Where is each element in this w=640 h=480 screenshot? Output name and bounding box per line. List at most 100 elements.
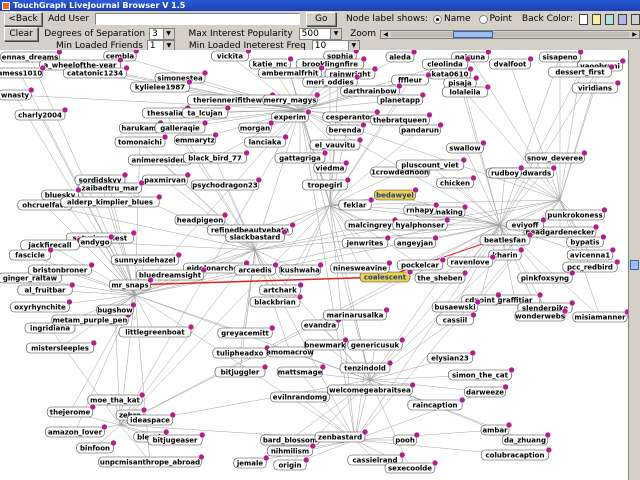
graph-node[interactable]: artchark (259, 281, 304, 296)
back-color-swatch[interactable] (578, 13, 588, 25)
graph-node[interactable]: charly2004 (14, 106, 69, 121)
graph-node[interactable]: el_vauvitu (309, 136, 364, 151)
lj-user-icon (613, 258, 621, 266)
vertical-scroll-thumb[interactable] (630, 260, 639, 270)
graph-node[interactable]: cassiil (436, 311, 477, 326)
graph-node[interactable]: jemale (233, 454, 270, 469)
graph-nodes[interactable]: ennas_dreamscemblavickitasophiaaledanair… (0, 50, 628, 474)
graph-node[interactable]: bugshow (96, 301, 137, 316)
lj-user-icon (485, 50, 492, 56)
graph-node[interactable]: headpigeon (174, 211, 229, 226)
graph-node[interactable]: rudboy (488, 164, 525, 179)
graph-node[interactable]: swallow (446, 139, 487, 154)
graph-node[interactable]: oxyrhynchite (10, 298, 73, 313)
graph-node[interactable]: malcingrey (344, 216, 399, 231)
scroll-left-icon[interactable]: ◀ (381, 30, 391, 38)
network-graph[interactable]: ennas_dreamscemblavickitasophiaaledanair… (0, 50, 628, 480)
graph-node[interactable]: welcomegeabraitsea (327, 381, 416, 396)
point-radio-option[interactable]: Point (478, 14, 512, 24)
node-label: mattsmage (278, 369, 323, 377)
back-color-swatch[interactable] (630, 13, 640, 25)
vertical-scrollbar[interactable] (628, 50, 640, 480)
graph-node[interactable]: punkrokoness (545, 206, 608, 221)
graph-node[interactable]: morgan (238, 119, 275, 134)
graph-node[interactable]: ambar (480, 421, 513, 436)
graph-node[interactable]: pluscount_viet (395, 156, 468, 171)
graph-node[interactable]: darweeze (464, 383, 509, 398)
graph-node[interactable]: sunnysidehazel (110, 251, 183, 266)
graph-node[interactable]: viridians (571, 79, 622, 94)
graph-node[interactable]: avicenna1 (566, 246, 617, 261)
graph-node[interactable]: wnasty (0, 86, 35, 101)
graph-node[interactable]: blackbrian (249, 293, 304, 308)
graph-node[interactable]: unpcmisanthrope_abroad (98, 453, 205, 468)
zoom-thumb[interactable] (453, 30, 494, 38)
graph-node[interactable]: theriennerifithewa (187, 91, 276, 106)
back-color-swatch[interactable] (604, 13, 614, 25)
graph-node[interactable]: misiamanner (572, 308, 628, 323)
graph-node[interactable]: bedawyel (374, 186, 419, 201)
graph-node[interactable]: feklar (338, 196, 375, 211)
graph-node[interactable]: the_sheben (414, 269, 469, 284)
graph-node[interactable]: tomonaichi (114, 133, 169, 148)
name-radio-option[interactable]: Name (432, 14, 471, 24)
graph-node[interactable]: paxmirvan (141, 171, 192, 186)
graph-node[interactable]: mistersleeples (25, 339, 98, 354)
add-user-input[interactable] (94, 13, 301, 25)
graph-node[interactable]: binfoon (76, 439, 117, 454)
scroll-right-icon[interactable]: ▶ (630, 30, 639, 38)
zoom-track[interactable] (391, 31, 629, 37)
graph-node[interactable]: vickita (211, 50, 252, 62)
graph-node[interactable]: moe_tha_kat (87, 391, 146, 406)
graph-node[interactable]: mattsmage (276, 363, 327, 378)
graph-node[interactable]: amess1010 (0, 64, 47, 79)
back-color-swatch[interactable] (591, 13, 601, 25)
graph-canvas[interactable]: ennas_dreamscemblavickitasophiaaledanair… (0, 50, 628, 480)
graph-node[interactable]: bnewmark (304, 336, 349, 351)
graph-node[interactable]: black_bird_77 (183, 149, 250, 164)
graph-node[interactable]: bristonbroner (28, 261, 95, 276)
graph-node[interactable]: raincaption (407, 396, 466, 411)
graph-node[interactable]: chicken (436, 174, 477, 189)
graph-node[interactable]: origin (273, 456, 310, 471)
graph-node[interactable]: fffleur (391, 71, 432, 86)
graph-node[interactable]: simon_the_cat (448, 366, 515, 381)
graph-node[interactable]: colubracaption (480, 446, 553, 461)
lj-user-icon (437, 121, 444, 129)
graph-node[interactable]: psychodragon23 (190, 176, 263, 191)
graph-node[interactable]: evilnrandomg (270, 388, 333, 403)
node-label: paxmirvan (144, 177, 186, 185)
graph-node[interactable]: sisapeno (539, 50, 584, 63)
graph-node[interactable]: thebratqueen (370, 111, 433, 126)
graph-node[interactable]: genericusuk (347, 336, 406, 351)
graph-node[interactable]: greyacemitt (217, 324, 276, 339)
graph-node[interactable]: emmarytz (174, 131, 219, 146)
back-button[interactable]: <Back (4, 12, 43, 26)
graph-node[interactable]: lanciaka (244, 133, 289, 148)
graph-node[interactable]: eviyoff (506, 216, 547, 231)
graph-node[interactable]: amazon_lover (45, 423, 108, 438)
point-radio[interactable] (478, 14, 488, 24)
graph-node[interactable]: rnhapy (403, 201, 440, 216)
name-radio[interactable] (432, 14, 442, 24)
back-color-swatch[interactable] (617, 13, 627, 25)
graph-node[interactable]: simonestea (154, 69, 209, 84)
graph-node[interactable]: katie_mc (249, 55, 294, 70)
graph-node[interactable]: pooh (392, 431, 421, 446)
graph-node[interactable]: berenda (326, 121, 367, 136)
graph-node[interactable]: aleda (385, 50, 418, 63)
graph-node[interactable]: snow_deveree (525, 149, 588, 164)
lj-user-icon (527, 55, 534, 63)
lj-user-icon (123, 64, 130, 72)
graph-node[interactable]: thejerome (46, 403, 97, 418)
graph-node[interactable]: elysian23 (426, 349, 477, 364)
graph-node[interactable]: hyalphonser (392, 216, 451, 231)
graph-node[interactable]: tropegirl (301, 176, 352, 191)
go-button[interactable]: Go (306, 12, 336, 26)
graph-node[interactable]: bitjuggler (214, 363, 269, 378)
graph-node[interactable]: dvalfoot (489, 55, 534, 70)
graph-node[interactable]: ninesweavine (330, 259, 393, 274)
graph-node[interactable]: tulipheadxo (212, 344, 271, 359)
graph-node[interactable]: littlegreenboat (118, 323, 195, 338)
graph-node[interactable]: gattagriga (274, 149, 329, 164)
